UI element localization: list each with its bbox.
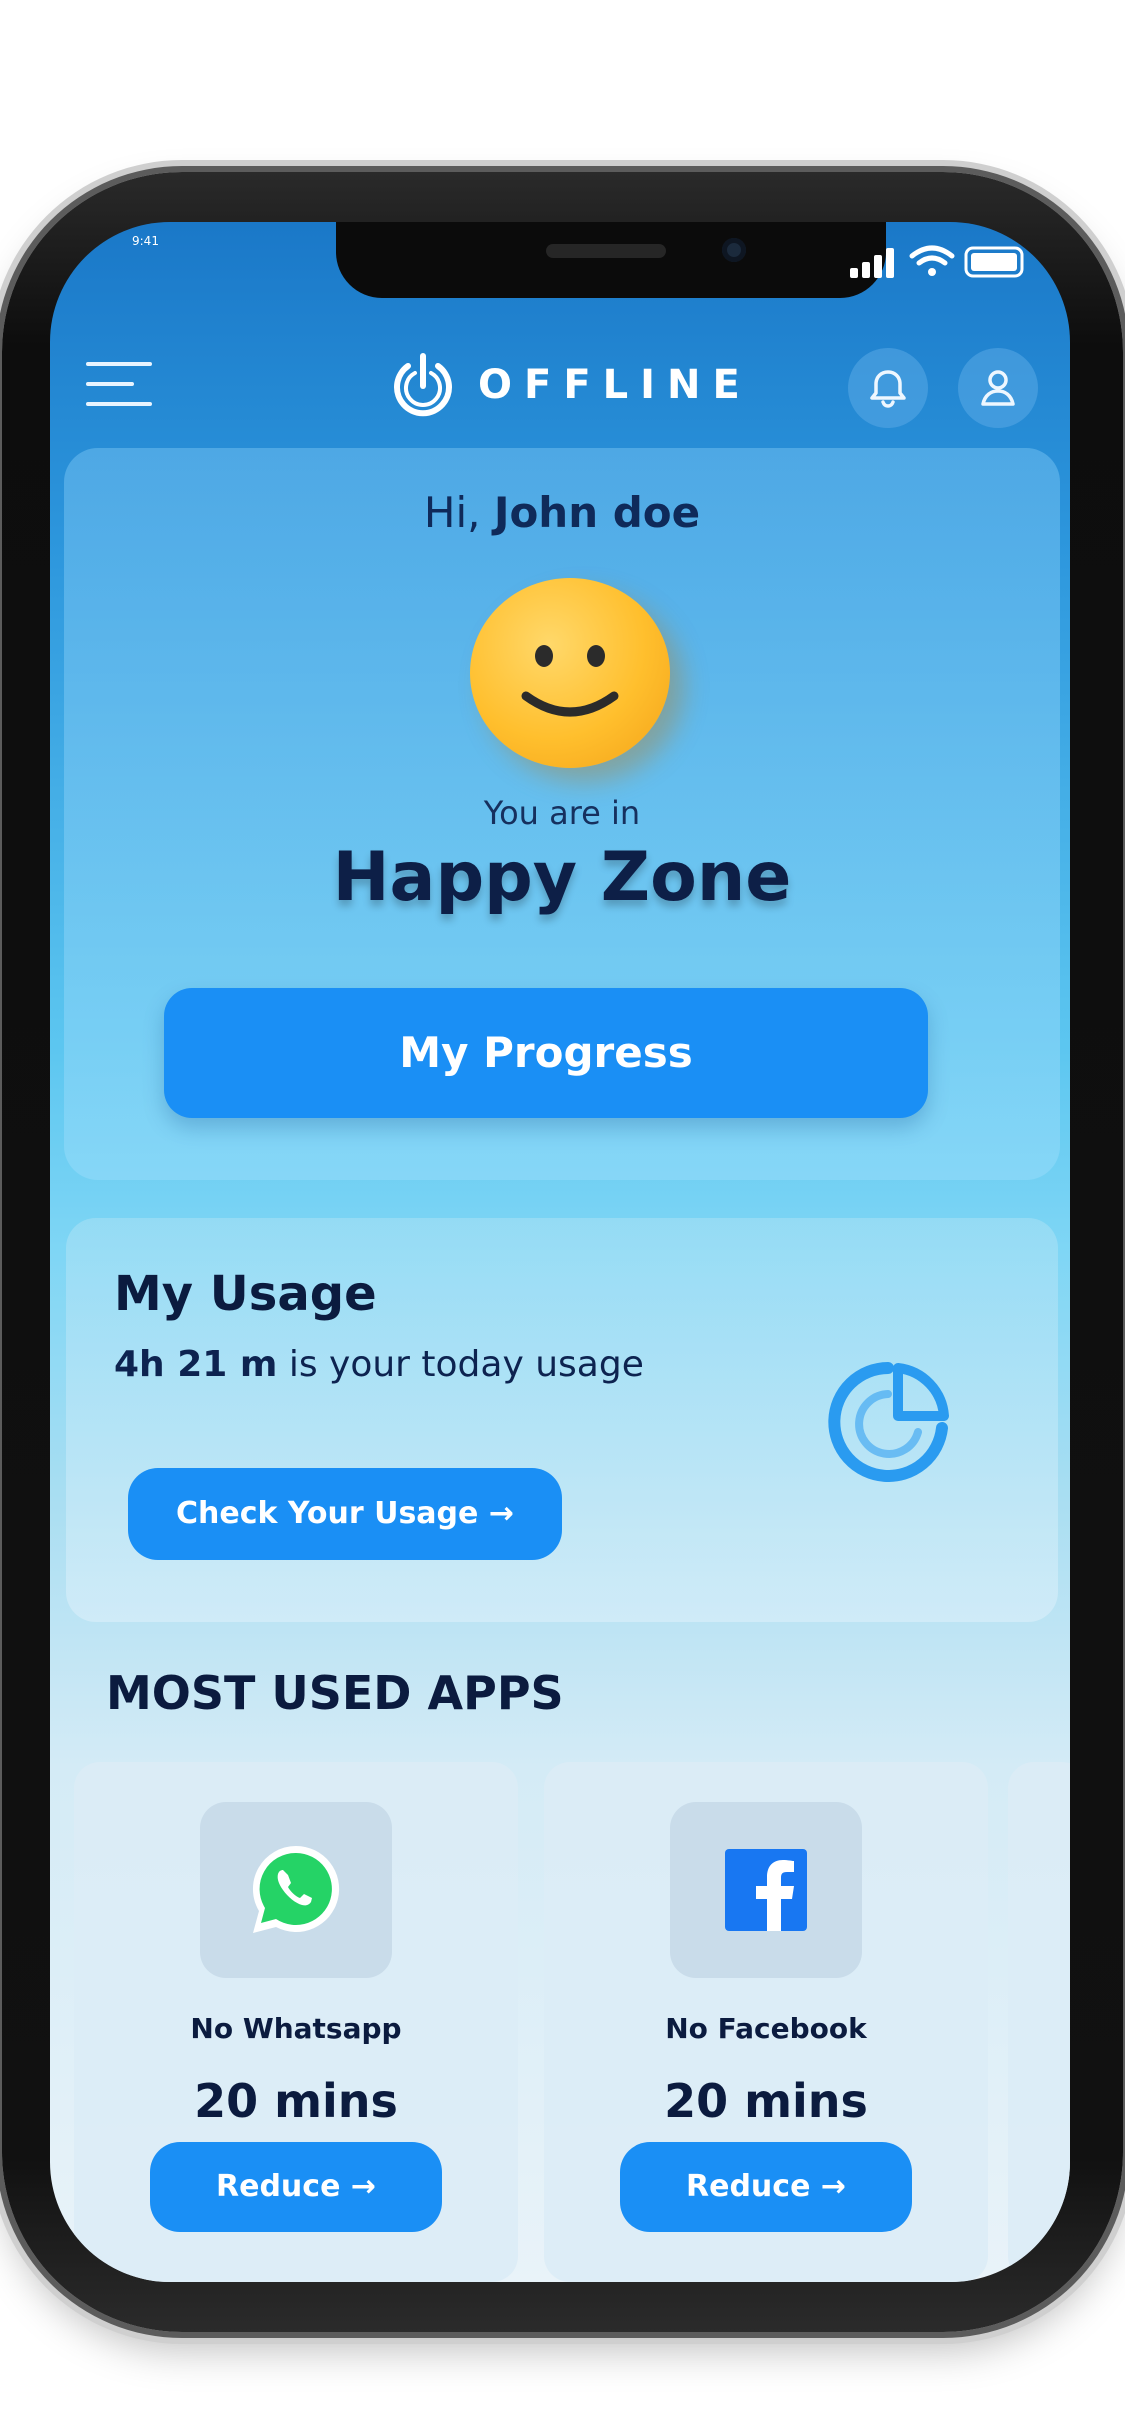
zone-title: Happy Zone — [332, 838, 792, 917]
notch — [336, 222, 886, 298]
usage-amount: 4h 21 m — [114, 1344, 278, 1385]
usage-suffix: is your today usage — [288, 1344, 644, 1385]
status-icons — [850, 245, 1024, 278]
brand-name: OFFLINE — [478, 362, 752, 408]
app-time: 20 mins — [664, 2074, 868, 2128]
power-icon — [394, 353, 452, 417]
zone-lead-text: You are in — [483, 794, 641, 832]
app-name: No Facebook — [665, 2012, 867, 2045]
hamburger-menu-icon[interactable] — [86, 362, 152, 408]
reduce-whatsapp-button[interactable]: Reduce → — [150, 2142, 442, 2232]
usage-card: My Usage 4h 21 m is your today usage Che… — [66, 1218, 1058, 1622]
bell-icon — [870, 370, 906, 408]
usage-title: My Usage — [114, 1266, 377, 1322]
wifi-icon — [909, 245, 955, 276]
reduce-facebook-button[interactable]: Reduce → — [620, 2142, 912, 2232]
app-card-facebook: No Facebook 20 mins Reduce → — [544, 1762, 988, 2282]
profile-button[interactable] — [958, 348, 1038, 428]
app-card-partial[interactable] — [1008, 1762, 1070, 2282]
my-progress-button[interactable]: My Progress — [164, 988, 928, 1118]
signal-icon — [850, 248, 894, 278]
app-card-whatsapp: No Whatsapp 20 mins Reduce → — [74, 1762, 518, 2282]
user-name: John doe — [493, 488, 701, 537]
whatsapp-icon — [252, 1845, 340, 1933]
mood-card: Hi, John doe You are in Happy Zone My Pr… — [64, 448, 1060, 1180]
greeting: Hi, John doe — [64, 488, 1060, 537]
battery-icon — [964, 246, 1024, 278]
speaker-grille — [546, 244, 666, 258]
greeting-prefix: Hi, — [423, 488, 481, 537]
usage-summary: 4h 21 m is your today usage — [114, 1344, 644, 1385]
pie-chart-icon — [828, 1362, 949, 1482]
app-screen: 9:41 OFFLINE Hi, John doe You are in Hap… — [50, 222, 1070, 2282]
app-name: No Whatsapp — [190, 2012, 402, 2045]
front-camera — [722, 238, 746, 262]
app-icon-tile — [200, 1802, 392, 1978]
brand-logo: OFFLINE — [388, 350, 752, 420]
smiley-icon — [470, 578, 670, 768]
app-time: 20 mins — [194, 2074, 398, 2128]
most-used-apps-title: MOST USED APPS — [106, 1666, 564, 1720]
notifications-button[interactable] — [848, 348, 928, 428]
app-icon-tile — [670, 1802, 862, 1978]
status-time: 9:41 — [132, 234, 159, 248]
user-icon — [981, 370, 1015, 406]
facebook-icon — [725, 1849, 807, 1931]
check-usage-button[interactable]: Check Your Usage → — [128, 1468, 562, 1560]
